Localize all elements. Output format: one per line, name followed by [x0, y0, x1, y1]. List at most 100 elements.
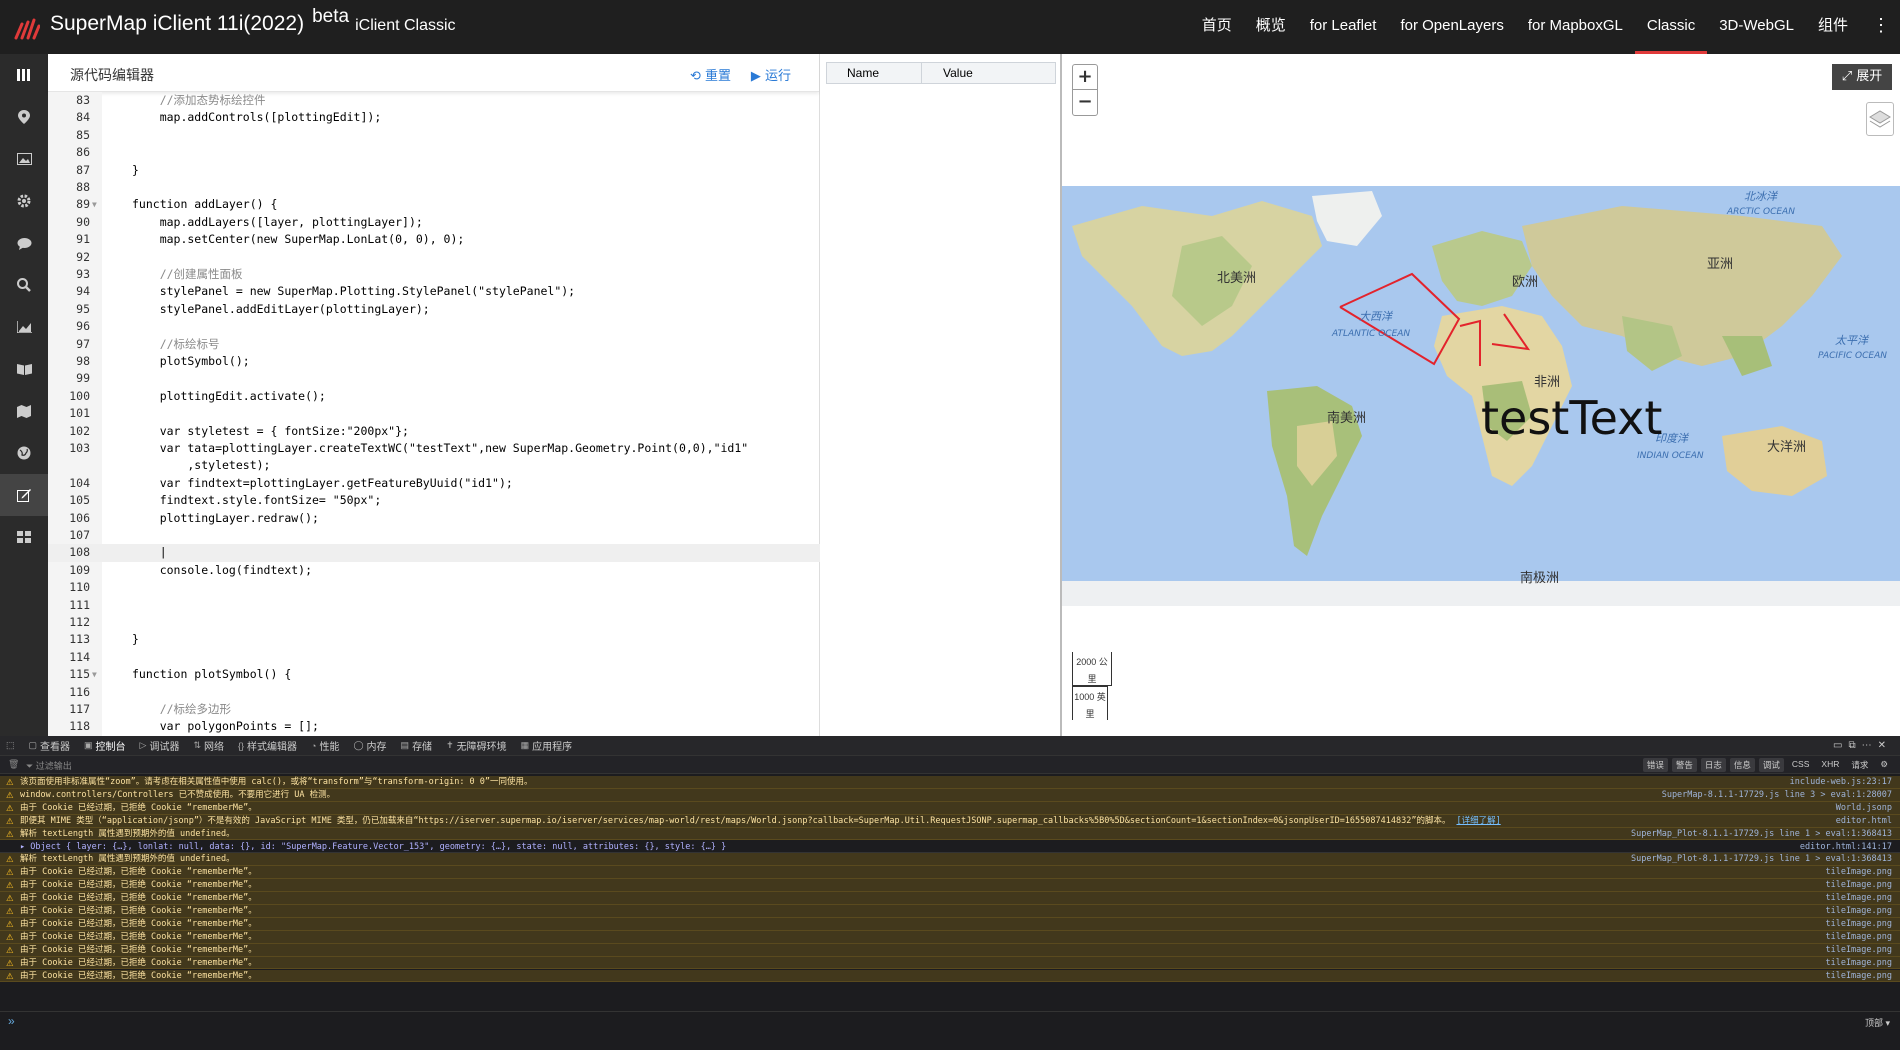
- message-source-link[interactable]: editor.html:141:17: [1800, 841, 1892, 853]
- code-line[interactable]: 89 ▼ function addLayer() {: [48, 196, 820, 213]
- console-message[interactable]: ⚠ 解析 textLength 属性遇到预期外的值 undefined。 Super…: [0, 853, 1900, 867]
- console-settings-icon[interactable]: ⚙: [1876, 758, 1892, 772]
- code-line[interactable]: 88: [48, 179, 820, 196]
- console-message[interactable]: ⚠ 该页面使用非标准属性“zoom”。请考虑在相关属性值中使用 calc()，或将…: [0, 776, 1900, 789]
- map-view[interactable]: 北美洲 南美洲 欧洲 亚洲 非洲 大洋洲 南极洲 大西洋 ATLANTIC OC…: [1062, 54, 1900, 736]
- message-source-link[interactable]: World.jsonp: [1836, 802, 1892, 814]
- console-message[interactable]: ⚠ 由于 Cookie 已经过期，已拒绝 Cookie “rememberMe”。…: [0, 905, 1900, 918]
- image-icon[interactable]: [0, 138, 48, 180]
- code-line[interactable]: 86: [48, 144, 820, 161]
- gear-icon[interactable]: [0, 180, 48, 222]
- zoom-in-button[interactable]: +: [1073, 65, 1097, 90]
- filter-xhr[interactable]: XHR: [1817, 758, 1843, 772]
- location-icon[interactable]: [0, 96, 48, 138]
- code-line[interactable]: 118 var polygonPoints = [];: [48, 718, 820, 735]
- console-message[interactable]: ⚠ 由于 Cookie 已经过期，已拒绝 Cookie “rememberMe”。…: [0, 879, 1900, 893]
- message-source-link[interactable]: tileImage.png: [1825, 905, 1892, 917]
- console-message[interactable]: ⚠ 由于 Cookie 已经过期，已拒绝 Cookie “rememberMe”。…: [0, 917, 1900, 931]
- code-line[interactable]: 103 var tata=plottingLayer.createTextWC(…: [48, 440, 820, 457]
- nav-leaflet[interactable]: for Leaflet: [1298, 0, 1389, 54]
- tab-network[interactable]: ⇅ 网络: [193, 738, 224, 753]
- message-source-link[interactable]: tileImage.png: [1825, 944, 1892, 956]
- fold-arrow-icon[interactable]: ▼: [92, 196, 97, 213]
- learn-more-link[interactable]: [详细了解]: [1456, 816, 1500, 826]
- tab-storage[interactable]: ▤ 存储: [401, 738, 433, 753]
- code-line[interactable]: 115 ▼ function plotSymbol() {: [48, 666, 820, 683]
- tab-debugger[interactable]: ▷ 调试器: [140, 738, 180, 753]
- tab-memory[interactable]: ◯ 内存: [353, 738, 386, 753]
- console-message[interactable]: ⚠ 由于 Cookie 已经过期，已拒绝 Cookie “rememberMe”。…: [0, 866, 1900, 880]
- message-source-link[interactable]: include-web.js:23:17: [1790, 776, 1892, 788]
- code-line[interactable]: 102 var styletest = { fontSize:"200px"};: [48, 423, 820, 440]
- console-message[interactable]: ⚠ 由于 Cookie 已经过期，已拒绝 Cookie “rememberMe”。…: [0, 930, 1900, 944]
- message-source-link[interactable]: SuperMap_Plot-8.1.1-17729.js line 1 > ev…: [1631, 853, 1892, 865]
- reset-button[interactable]: ⟲ 重置: [690, 65, 731, 84]
- console-message[interactable]: ⚠ 即便其 MIME 类型（“application/jsonp”）不是有效的 J…: [0, 814, 1900, 828]
- code-line[interactable]: 84 map.addControls([plottingEdit]);: [48, 109, 820, 126]
- chart-icon[interactable]: [0, 306, 48, 348]
- code-line[interactable]: 83 //添加态势标绘控件: [48, 92, 820, 109]
- filter-warnings[interactable]: 警告: [1671, 758, 1697, 772]
- message-source-link[interactable]: SuperMap_Plot-8.1.1-17729.js line 1 > ev…: [1631, 828, 1892, 840]
- run-button[interactable]: ▶ 运行: [751, 65, 791, 84]
- tab-inspector[interactable]: ▢ 查看器: [29, 738, 71, 753]
- code-line[interactable]: 99: [48, 370, 820, 387]
- code-line[interactable]: 110: [48, 579, 820, 596]
- filter-requests[interactable]: 请求: [1847, 758, 1872, 772]
- code-line[interactable]: 109 console.log(findtext);: [48, 562, 820, 579]
- code-line[interactable]: 95 stylePanel.addEditLayer(plottingLayer…: [48, 301, 820, 318]
- code-line[interactable]: 106 plottingLayer.redraw();: [48, 510, 820, 527]
- console-message[interactable]: ⚠ 由于 Cookie 已经过期，已拒绝 Cookie “rememberMe”。…: [0, 956, 1900, 970]
- code-line[interactable]: 108 |: [48, 544, 820, 562]
- filter-input[interactable]: ⏷ 过滤输出: [26, 759, 72, 772]
- message-source-link[interactable]: tileImage.png: [1825, 879, 1892, 891]
- code-line[interactable]: 96: [48, 318, 820, 335]
- message-source-link[interactable]: tileImage.png: [1825, 970, 1892, 982]
- code-line[interactable]: 107: [48, 527, 820, 544]
- more-menu-icon[interactable]: ⋮: [1860, 0, 1900, 54]
- tab-application[interactable]: ▦ 应用程序: [521, 738, 573, 753]
- message-source-link[interactable]: SuperMap-8.1.1-17729.js line 3 > eval:1:…: [1662, 789, 1892, 801]
- message-source-link[interactable]: tileImage.png: [1825, 866, 1892, 878]
- message-source-link[interactable]: tileImage.png: [1825, 957, 1892, 969]
- trash-icon[interactable]: 🗑: [8, 759, 19, 770]
- console-message[interactable]: ▸ Object { layer: {…}, lonlat: null, dat…: [0, 840, 1900, 854]
- code-line[interactable]: 100 plottingEdit.activate();: [48, 388, 820, 405]
- console-message[interactable]: ⚠ window.controllers/Controllers 已不赞成使用。不…: [0, 788, 1900, 802]
- tab-style-editor[interactable]: {} 样式编辑器: [238, 738, 297, 754]
- code-line[interactable]: 117 //标绘多边形: [48, 701, 820, 718]
- code-line[interactable]: 104 var findtext=plottingLayer.getFeatur…: [48, 475, 820, 492]
- code-line[interactable]: 101: [48, 405, 820, 422]
- nav-components[interactable]: 组件: [1806, 0, 1860, 54]
- code-line[interactable]: 90 map.addLayers([layer, plottingLayer])…: [48, 214, 820, 231]
- nav-overview[interactable]: 概览: [1244, 0, 1298, 54]
- console-message[interactable]: ⚠ 由于 Cookie 已经过期，已拒绝 Cookie “rememberMe”。…: [0, 943, 1900, 957]
- code-line[interactable]: 114: [48, 649, 820, 666]
- console-input[interactable]: » 顶部 ▾: [0, 1011, 1900, 1031]
- filter-logs[interactable]: 日志: [1700, 758, 1726, 772]
- code-line[interactable]: 105 findtext.style.fontSize= "50px";: [48, 492, 820, 509]
- nav-mapboxgl[interactable]: for MapboxGL: [1516, 0, 1635, 54]
- grid-icon[interactable]: [0, 516, 48, 558]
- code-line[interactable]: 93 //创建属性面板: [48, 266, 820, 283]
- code-line[interactable]: 97 //标绘标号: [48, 336, 820, 353]
- tab-accessibility[interactable]: ✝ 无障碍环境: [446, 738, 507, 753]
- world-map[interactable]: 北美洲 南美洲 欧洲 亚洲 非洲 大洋洲 南极洲 大西洋 ATLANTIC OC…: [1062, 186, 1900, 606]
- console-message[interactable]: ⚠ 由于 Cookie 已经过期，已拒绝 Cookie “rememberMe”。…: [0, 801, 1900, 815]
- chat-icon[interactable]: [0, 222, 48, 264]
- globe-icon[interactable]: [0, 432, 48, 474]
- console-message[interactable]: ⚠ 由于 Cookie 已经过期，已拒绝 Cookie “rememberMe”。…: [0, 969, 1900, 983]
- context-selector[interactable]: 顶部 ▾: [1865, 1016, 1890, 1029]
- message-source-link[interactable]: tileImage.png: [1825, 918, 1892, 930]
- console-message[interactable]: ⚠ 解析 textLength 属性遇到预期外的值 undefined。 Super…: [0, 827, 1900, 841]
- code-area[interactable]: 83 //添加态势标绘控件 84 map.addControls([plottin…: [48, 92, 820, 736]
- message-source-link[interactable]: tileImage.png: [1825, 931, 1892, 943]
- code-line[interactable]: 85: [48, 127, 820, 144]
- code-line[interactable]: 94 stylePanel = new SuperMap.Plotting.St…: [48, 283, 820, 300]
- expand-button[interactable]: ⤢ 展开: [1832, 64, 1892, 90]
- code-line[interactable]: 98 plotSymbol();: [48, 353, 820, 370]
- tab-console[interactable]: ▣ 控制台: [84, 738, 126, 753]
- nav-openlayers[interactable]: for OpenLayers: [1388, 0, 1515, 54]
- zoom-out-button[interactable]: −: [1073, 90, 1097, 115]
- name-column-header[interactable]: Name: [847, 66, 879, 80]
